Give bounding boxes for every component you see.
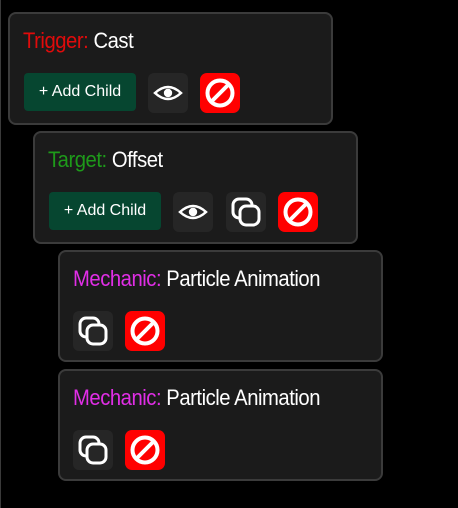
node-name: Particle Animation (166, 266, 321, 291)
toggle-visibility-button[interactable] (148, 73, 188, 113)
block-icon (282, 196, 314, 228)
eye-icon (178, 202, 208, 222)
node-name: Offset (111, 147, 163, 172)
delete-button[interactable] (200, 73, 240, 113)
delete-button[interactable] (278, 192, 318, 232)
add-child-button[interactable]: + Add Child (24, 73, 136, 111)
target-node-card: Target: Offset + Add Child (33, 131, 358, 244)
tree-guide-line (0, 0, 1, 508)
copy-icon (77, 434, 109, 466)
delete-button[interactable] (125, 430, 165, 470)
node-name: Cast (93, 28, 134, 53)
delete-button[interactable] (125, 311, 165, 351)
node-kind-label: Trigger: (23, 28, 89, 53)
copy-icon (77, 315, 109, 347)
node-title: Trigger: Cast (23, 28, 134, 54)
block-icon (129, 434, 161, 466)
node-title: Mechanic: Particle Animation (73, 385, 320, 411)
block-icon (129, 315, 161, 347)
copy-icon (230, 196, 262, 228)
node-title: Mechanic: Particle Animation (73, 266, 320, 292)
toggle-visibility-button[interactable] (173, 192, 213, 232)
add-child-button[interactable]: + Add Child (49, 192, 161, 230)
eye-icon (153, 83, 183, 103)
trigger-node-card: Trigger: Cast + Add Child (8, 12, 333, 125)
node-kind-label: Target: (48, 147, 107, 172)
node-kind-label: Mechanic: (73, 266, 162, 291)
block-icon (204, 77, 236, 109)
node-name: Particle Animation (166, 385, 321, 410)
node-title: Target: Offset (48, 147, 163, 173)
node-kind-label: Mechanic: (73, 385, 162, 410)
mechanic-node-card: Mechanic: Particle Animation (58, 369, 383, 481)
duplicate-button[interactable] (226, 192, 266, 232)
mechanic-node-card: Mechanic: Particle Animation (58, 250, 383, 362)
duplicate-button[interactable] (73, 430, 113, 470)
duplicate-button[interactable] (73, 311, 113, 351)
